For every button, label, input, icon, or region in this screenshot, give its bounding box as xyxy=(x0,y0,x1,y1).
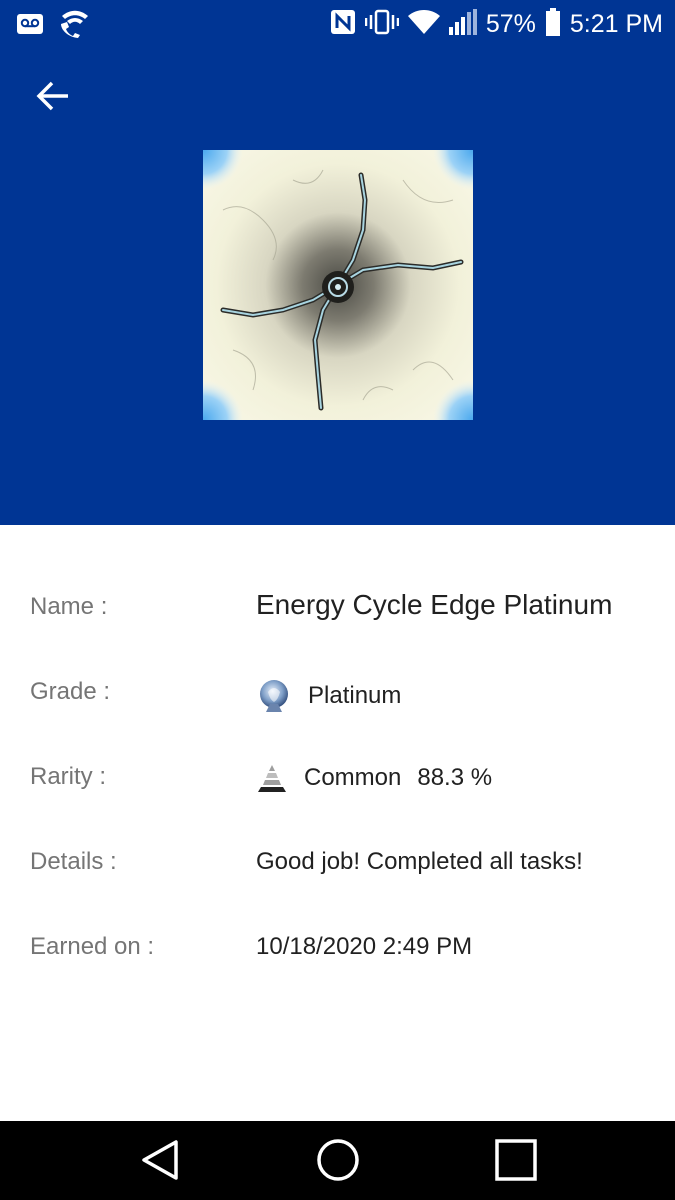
rarity-value-group: Common 88.3 % xyxy=(256,763,492,793)
name-label: Name : xyxy=(30,593,108,620)
trophy-image xyxy=(203,150,473,420)
battery-percent: 57% xyxy=(485,9,536,38)
rarity-label: Rarity : xyxy=(30,763,107,790)
grade-value-group: Platinum xyxy=(256,678,401,714)
details-label: Details : xyxy=(30,848,117,875)
wifi-icon xyxy=(407,9,440,40)
platinum-trophy-icon xyxy=(256,678,292,714)
nav-back-button[interactable] xyxy=(135,1137,185,1187)
grade-row: Grade : Platinum xyxy=(0,670,675,720)
earned-label: Earned on : xyxy=(30,933,155,960)
wifi-call-icon xyxy=(58,10,90,43)
trophy-header xyxy=(0,48,675,525)
trophy-details: Name : Energy Cycle Edge Platinum Grade … xyxy=(0,525,675,1121)
battery-icon xyxy=(545,7,561,41)
pyramid-icon xyxy=(256,763,288,793)
nfc-icon xyxy=(330,9,356,40)
status-bar: 57% 5:21 PM xyxy=(0,0,675,48)
navigation-bar xyxy=(0,1121,675,1200)
rarity-percent: 88.3 % xyxy=(417,764,493,791)
earned-value: 10/18/2020 2:49 PM xyxy=(256,933,473,960)
grade-value: Platinum xyxy=(308,682,402,709)
back-triangle-icon xyxy=(140,1139,180,1186)
details-value: Good job! Completed all tasks! xyxy=(256,848,583,875)
clock: 5:21 PM xyxy=(569,9,663,38)
vibrate-icon xyxy=(364,9,400,40)
rarity-row: Rarity : Common 88.3 % xyxy=(0,755,675,805)
recents-square-icon xyxy=(495,1138,537,1186)
signal-icon xyxy=(448,8,477,40)
arrow-left-icon xyxy=(36,81,70,116)
details-row: Details : Good job! Completed all tasks! xyxy=(0,840,675,890)
nav-home-button[interactable] xyxy=(313,1137,363,1187)
back-button[interactable] xyxy=(28,76,78,120)
home-circle-icon xyxy=(316,1138,360,1187)
voicemail-icon xyxy=(16,13,44,40)
earned-row: Earned on : 10/18/2020 2:49 PM xyxy=(0,925,675,975)
nav-recents-button[interactable] xyxy=(491,1137,541,1187)
rarity-value: Common xyxy=(304,764,402,791)
grade-label: Grade : xyxy=(30,678,111,705)
name-row: Name : Energy Cycle Edge Platinum xyxy=(0,585,675,635)
name-value: Energy Cycle Edge Platinum xyxy=(256,589,613,620)
